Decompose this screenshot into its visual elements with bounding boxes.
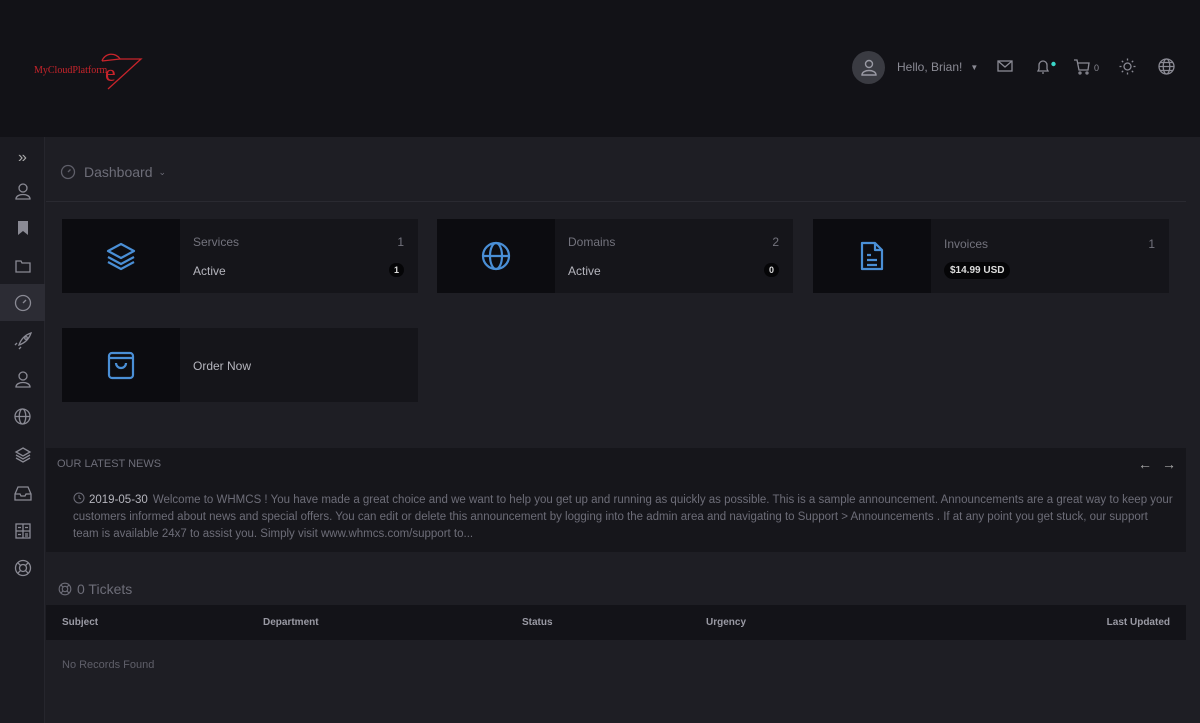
lifebuoy-icon [14, 559, 31, 576]
card-status[interactable]: Active [193, 264, 226, 278]
sidebar-item-support[interactable] [0, 549, 45, 586]
tickets-header: 0 Tickets [58, 581, 132, 597]
gauge-icon [14, 294, 31, 311]
order-now-card[interactable]: Order Now [62, 328, 418, 402]
top-header: MyCloudPlatform e Hello, Brian! ▼ 0 [0, 0, 1200, 137]
document-icon [860, 241, 884, 271]
avatar[interactable] [852, 50, 885, 84]
logo-text: MyCloudPlatform [34, 65, 108, 76]
cart-icon[interactable] [1073, 58, 1091, 76]
tickets-table-header: Subject Department Status Urgency Last U… [46, 605, 1186, 640]
sidebar-item-services[interactable] [0, 436, 45, 473]
folder-icon [14, 259, 31, 273]
column-status[interactable]: Status [522, 617, 553, 628]
news-title: OUR LATEST NEWS [57, 458, 162, 470]
sidebar-item-dashboard[interactable] [0, 284, 45, 321]
bookmark-icon [17, 220, 28, 235]
caret-down-icon: ▼ [970, 62, 979, 72]
double-chevron-right-icon: » [18, 148, 27, 166]
mail-icon[interactable] [997, 58, 1013, 74]
invoices-card[interactable]: Invoices 1 $14.99 USD [813, 219, 1169, 293]
inbox-icon [13, 485, 32, 501]
tickets-title: 0 Tickets [77, 581, 133, 597]
bell-icon[interactable] [1035, 58, 1057, 76]
arrow-left-icon[interactable]: ← [1138, 456, 1152, 472]
user-icon [14, 370, 31, 388]
status-badge: 1 [388, 263, 404, 277]
clock-icon [73, 492, 85, 504]
sidebar-item-account[interactable] [0, 172, 45, 209]
cart-count: 0 [1094, 63, 1100, 73]
card-count: 1 [1148, 237, 1155, 251]
logo[interactable]: MyCloudPlatform e [30, 45, 145, 95]
chevron-down-icon: ⌄ [158, 166, 167, 177]
column-last-updated[interactable]: Last Updated [1107, 617, 1170, 628]
amount-due: $14.99 USD [944, 262, 1011, 279]
greeting[interactable]: Hello, Brian! [897, 60, 962, 74]
sidebar-item-launch[interactable] [0, 322, 45, 359]
status-badge: 0 [763, 263, 779, 277]
card-title: Domains [568, 235, 616, 249]
gauge-icon [60, 164, 76, 180]
card-title: Order Now [193, 359, 252, 373]
card-title: Services [193, 235, 240, 249]
sidebar-item-files[interactable] [0, 247, 45, 284]
arrow-right-icon[interactable]: → [1162, 456, 1176, 472]
sun-icon[interactable] [1119, 58, 1136, 75]
sidebar-item-contacts[interactable] [0, 360, 45, 397]
globe-icon [14, 408, 31, 425]
user-icon [860, 59, 877, 76]
news-text: Welcome to WHMCS ! You have made a great… [73, 494, 1173, 540]
layers-icon [106, 242, 136, 271]
latest-news-panel: OUR LATEST NEWS ← → 2019-05-30 Welcome to… [46, 448, 1186, 552]
empty-state: No Records Found [62, 659, 155, 671]
card-title: Invoices [944, 237, 989, 251]
domains-card[interactable]: Domains 2 Active 0 [437, 219, 793, 293]
page-title: Dashboard [84, 164, 153, 180]
news-date: 2019-05-30 [89, 494, 148, 506]
sidebar-item-inbox[interactable] [0, 474, 45, 511]
sidebar: » [0, 137, 45, 723]
sidebar-item-billing[interactable] [0, 512, 45, 549]
sidebar-expand-button[interactable]: » [0, 139, 45, 176]
lifebuoy-icon [58, 582, 72, 596]
sidebar-item-domains[interactable] [0, 398, 45, 435]
breadcrumb[interactable]: Dashboard ⌄ [60, 164, 166, 180]
column-subject[interactable]: Subject [62, 617, 98, 628]
globe-icon [481, 241, 511, 271]
layers-icon [14, 446, 31, 463]
divider [46, 201, 1186, 202]
user-icon [14, 182, 31, 200]
column-urgency[interactable]: Urgency [706, 617, 746, 628]
logo-mark-icon: e [101, 53, 143, 90]
globe-icon[interactable] [1158, 58, 1175, 75]
news-item[interactable]: 2019-05-30 Welcome to WHMCS ! You have ma… [73, 492, 1173, 543]
rocket-icon [14, 331, 32, 349]
card-count: 1 [397, 235, 404, 249]
column-department[interactable]: Department [263, 617, 319, 628]
services-card[interactable]: Services 1 Active 1 [62, 219, 418, 293]
shopping-bag-icon [107, 351, 135, 380]
svg-text:e: e [105, 61, 116, 87]
card-count: 2 [772, 235, 779, 249]
user-menu[interactable]: Hello, Brian! ▼ [852, 50, 979, 84]
sidebar-item-bookmarks[interactable] [0, 209, 45, 246]
card-status[interactable]: Active [568, 264, 601, 278]
calculator-icon [14, 522, 31, 539]
